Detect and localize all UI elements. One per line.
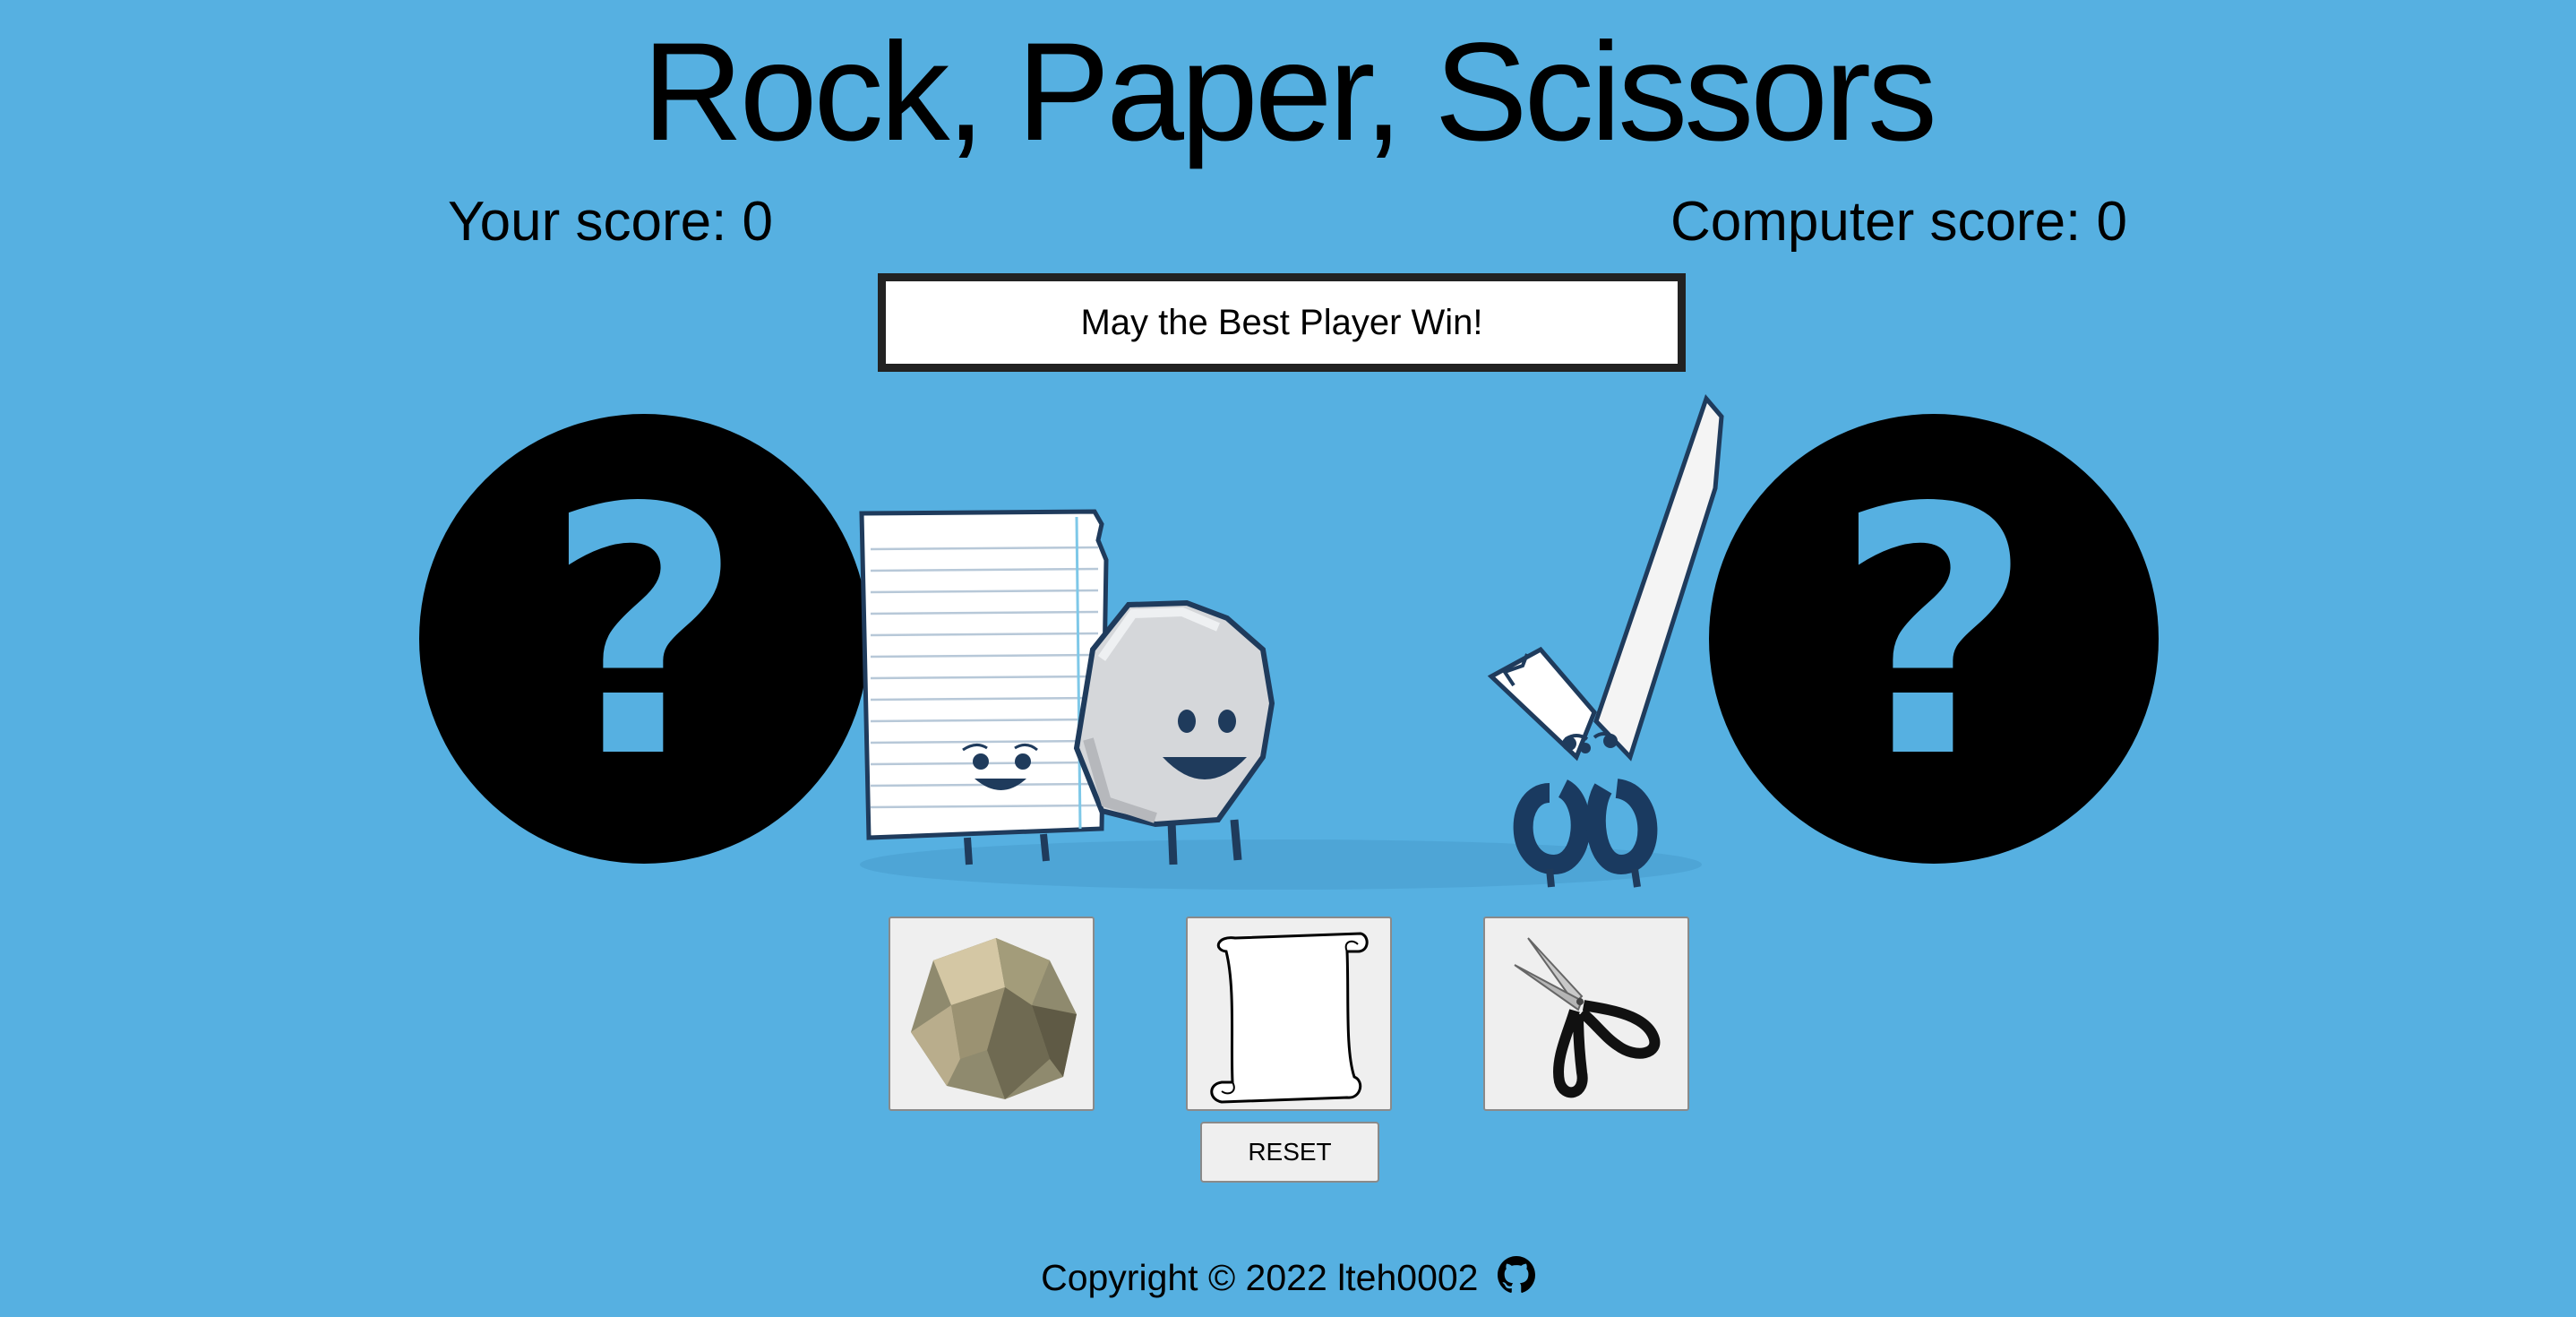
github-icon xyxy=(1497,1256,1535,1293)
reset-button[interactable]: RESET xyxy=(1200,1122,1379,1183)
player-score: Your score: 0 xyxy=(448,191,774,253)
github-link[interactable] xyxy=(1497,1256,1535,1306)
scissors-button[interactable] xyxy=(1483,917,1689,1111)
question-mark-icon: ? xyxy=(1834,435,2033,832)
rock-character xyxy=(1073,599,1275,865)
paper-character xyxy=(859,509,1109,865)
question-mark-icon: ? xyxy=(545,435,743,832)
paper-button[interactable] xyxy=(1186,917,1392,1111)
footer: Copyright © 2022 lteh0002 xyxy=(0,1252,2576,1306)
scissors-character xyxy=(1487,394,1724,888)
result-message: May the Best Player Win! xyxy=(878,273,1686,372)
scissors-icon xyxy=(1514,936,1661,1098)
page-title: Rock, Paper, Scissors xyxy=(642,14,1937,170)
rock-icon xyxy=(911,937,1077,1099)
paper-scroll-icon xyxy=(1210,931,1369,1104)
rps-characters-illustration xyxy=(859,394,1724,890)
result-message-text: May the Best Player Win! xyxy=(1080,302,1483,342)
rock-button[interactable] xyxy=(889,917,1095,1111)
computer-choice-display: ? xyxy=(1709,414,2159,864)
copyright-text: Copyright © 2022 lteh0002 xyxy=(1041,1257,1479,1298)
player-choice-display: ? xyxy=(419,414,869,864)
computer-score: Computer score: 0 xyxy=(1670,191,2127,253)
